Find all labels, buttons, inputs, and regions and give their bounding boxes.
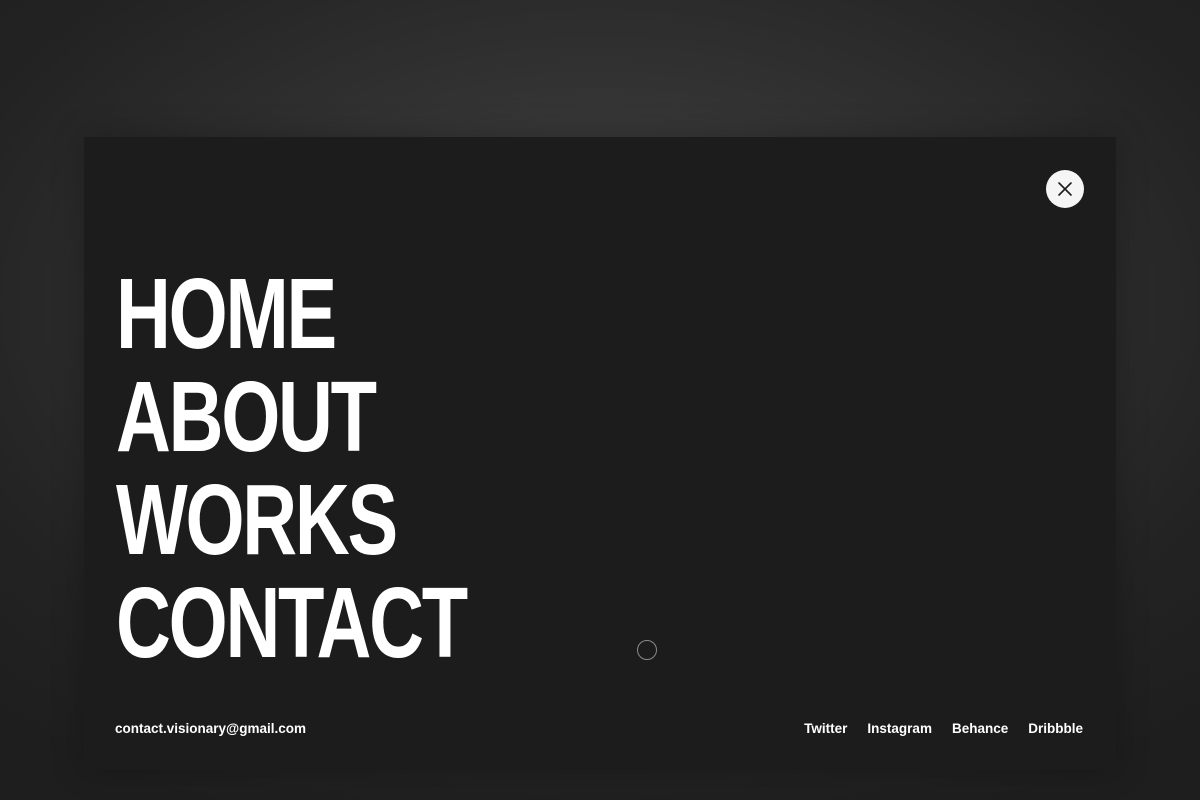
social-link-twitter[interactable]: Twitter	[804, 721, 847, 736]
social-links: Twitter Instagram Behance Dribbble	[804, 721, 1083, 736]
close-icon	[1058, 182, 1072, 196]
menu-link-home[interactable]: HOME	[116, 263, 337, 366]
social-link-instagram[interactable]: Instagram	[867, 721, 932, 736]
menu-link-works[interactable]: WORKS	[116, 469, 398, 572]
menu-footer: contact.visionary@gmail.com Twitter Inst…	[115, 719, 1083, 737]
close-button[interactable]	[1046, 170, 1084, 208]
menu-item-home: HOME	[116, 263, 576, 366]
menu-item-contact: CONTACT	[116, 572, 576, 675]
menu-overlay: HOME ABOUT WORKS CONTACT contact.visiona…	[84, 137, 1116, 769]
cursor-ring	[637, 640, 657, 660]
menu-link-contact[interactable]: CONTACT	[116, 572, 468, 675]
menu-item-works: WORKS	[116, 469, 576, 572]
social-link-dribbble[interactable]: Dribbble	[1028, 721, 1083, 736]
menu-link-about[interactable]: ABOUT	[116, 366, 377, 469]
menu-item-about: ABOUT	[116, 366, 576, 469]
social-link-behance[interactable]: Behance	[952, 721, 1008, 736]
main-menu: HOME ABOUT WORKS CONTACT	[116, 263, 576, 675]
email-link[interactable]: contact.visionary@gmail.com	[115, 721, 306, 736]
